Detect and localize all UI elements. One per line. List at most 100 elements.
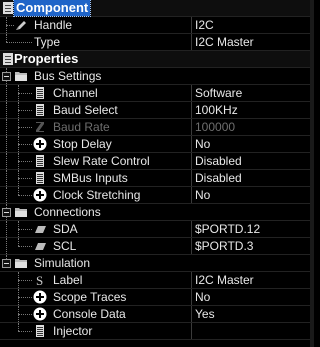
- scope-traces-value[interactable]: No: [195, 289, 210, 305]
- column-divider: [191, 272, 192, 288]
- section-properties[interactable]: Properties: [0, 51, 310, 68]
- tree-line: [6, 102, 7, 118]
- tree-line: [6, 170, 7, 186]
- tree-line: [18, 127, 32, 128]
- tree-line: [18, 246, 32, 247]
- property-row-baud-rate: Baud Rate 100000: [0, 119, 310, 136]
- list-icon: [36, 325, 44, 337]
- section-component-title: Component: [12, 0, 92, 17]
- collapse-toggle[interactable]: [2, 72, 11, 81]
- column-divider: [191, 187, 192, 203]
- tree-line: [18, 314, 32, 315]
- column-divider: [191, 34, 192, 50]
- tree-line: [18, 144, 32, 145]
- column-divider: [191, 289, 192, 305]
- handle-value[interactable]: I2C: [195, 17, 214, 33]
- list-icon: [36, 87, 44, 99]
- document-icon: [3, 2, 13, 14]
- list-icon: [36, 104, 44, 116]
- label-label: Label: [53, 273, 83, 287]
- column-divider: [191, 119, 192, 135]
- group-bus-settings-title: Bus Settings: [34, 69, 102, 83]
- tree-line: [18, 195, 32, 196]
- tree-line: [6, 238, 7, 254]
- column-divider: [191, 102, 192, 118]
- group-simulation[interactable]: Simulation: [0, 255, 310, 272]
- scope-traces-label: Scope Traces: [53, 290, 127, 304]
- tree-line: [18, 280, 32, 281]
- baud-select-label: Baud Select: [53, 103, 118, 117]
- tree-line: [18, 187, 19, 195]
- property-row-label[interactable]: S Label I2C Master: [0, 272, 310, 289]
- channel-value[interactable]: Software: [195, 85, 242, 101]
- column-divider: [191, 136, 192, 152]
- list-icon: [36, 172, 44, 184]
- sda-value[interactable]: $PORTD.12: [195, 221, 260, 237]
- plus-circle-icon: [33, 307, 47, 321]
- tree-line: [18, 229, 32, 230]
- property-row-stop-delay[interactable]: Stop Delay No: [0, 136, 310, 153]
- plus-circle-icon: [33, 188, 47, 202]
- channel-label: Channel: [53, 86, 98, 100]
- tree-line: [18, 238, 19, 246]
- plus-circle-icon: [33, 290, 47, 304]
- property-row-sda[interactable]: SDA $PORTD.12: [0, 221, 310, 238]
- baud-select-value[interactable]: 100KHz: [195, 102, 238, 118]
- stop-delay-label: Stop Delay: [53, 137, 112, 151]
- scl-value[interactable]: $PORTD.3: [195, 238, 253, 254]
- column-divider: [191, 238, 192, 254]
- group-simulation-title: Simulation: [34, 256, 91, 270]
- smbus-label: SMBus Inputs: [53, 171, 128, 185]
- group-connections-title: Connections: [34, 205, 101, 219]
- group-bus-settings[interactable]: Bus Settings: [0, 68, 310, 85]
- property-row-baud-select[interactable]: Baud Select 100KHz: [0, 102, 310, 119]
- scl-label: SCL: [53, 239, 77, 253]
- property-row-scl[interactable]: SCL $PORTD.3: [0, 238, 310, 255]
- property-row-type[interactable]: Type I2C Master: [0, 34, 310, 51]
- folder-icon: [15, 259, 27, 268]
- tree-line: [6, 153, 7, 169]
- property-grid: Component Handle I2C Type I2C Master Pro…: [0, 0, 310, 340]
- type-value: I2C Master: [195, 35, 254, 49]
- property-row-scope-traces[interactable]: Scope Traces No: [0, 289, 310, 306]
- tree-line: [6, 136, 7, 152]
- column-divider: [191, 85, 192, 101]
- property-row-clock-stretching[interactable]: Clock Stretching No: [0, 187, 310, 204]
- tree-line: [6, 34, 7, 42]
- property-row-injector[interactable]: Injector: [0, 323, 310, 340]
- clock-stretching-value[interactable]: No: [195, 187, 210, 203]
- collapse-toggle[interactable]: [2, 208, 11, 217]
- label-value[interactable]: I2C Master: [195, 272, 254, 288]
- smbus-value[interactable]: Disabled: [195, 170, 242, 186]
- collapse-toggle[interactable]: [2, 259, 11, 268]
- slew-rate-value[interactable]: Disabled: [195, 153, 242, 169]
- handle-label: Handle: [34, 18, 73, 32]
- pin-icon: [35, 243, 46, 250]
- type-label: Type: [34, 35, 61, 49]
- plus-circle-icon: [33, 137, 47, 151]
- tree-line: [18, 178, 32, 179]
- tree-line: [18, 110, 32, 111]
- folder-icon: [15, 72, 27, 81]
- property-row-channel[interactable]: Channel Software: [0, 85, 310, 102]
- property-row-handle[interactable]: Handle I2C: [0, 17, 310, 34]
- property-row-console-data[interactable]: Console Data Yes: [0, 306, 310, 323]
- section-component[interactable]: Component: [0, 0, 310, 17]
- console-data-label: Console Data: [53, 307, 126, 321]
- tree-line: [18, 331, 32, 332]
- baud-rate-value: 100000: [195, 120, 236, 134]
- property-row-smbus[interactable]: SMBus Inputs Disabled: [0, 170, 310, 187]
- property-row-slew-rate[interactable]: Slew Rate Control Disabled: [0, 153, 310, 170]
- stop-delay-value[interactable]: No: [195, 136, 210, 152]
- tree-line: [6, 187, 7, 203]
- s-icon: S: [36, 273, 43, 287]
- tree-line: [6, 119, 7, 135]
- section-properties-title: Properties: [14, 51, 79, 66]
- svg-text:S: S: [36, 273, 43, 287]
- injector-label: Injector: [53, 324, 93, 338]
- tree-line: [18, 161, 32, 162]
- scrollbar[interactable]: [310, 0, 314, 347]
- console-data-value[interactable]: Yes: [195, 306, 215, 322]
- tree-line: [6, 85, 7, 101]
- group-connections[interactable]: Connections: [0, 204, 310, 221]
